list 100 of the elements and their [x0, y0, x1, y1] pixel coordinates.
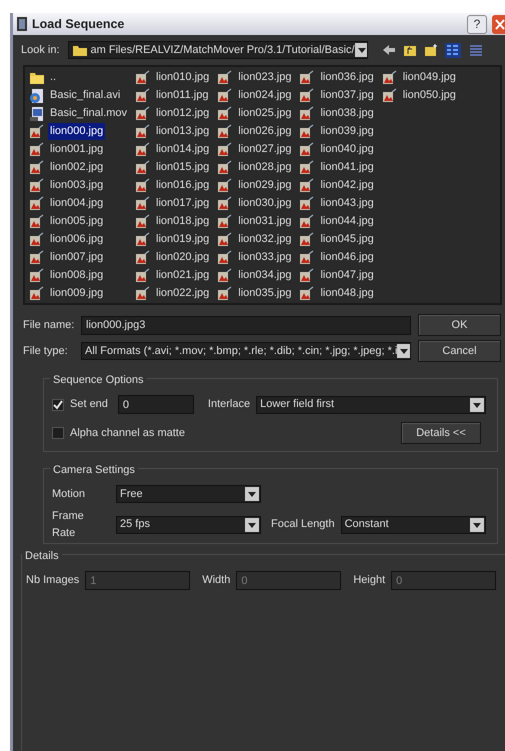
- image-file-icon: [29, 286, 45, 302]
- image-file-icon: [217, 214, 234, 230]
- list-view-icon[interactable]: [446, 44, 460, 56]
- file-item[interactable]: lion035.jpg: [217, 285, 294, 302]
- file-item[interactable]: lion043.jpg: [299, 195, 376, 212]
- file-item[interactable]: lion007.jpg: [29, 249, 130, 266]
- group-title: Sequence Options: [50, 372, 147, 388]
- ok-button[interactable]: OK: [418, 314, 501, 336]
- file-item[interactable]: lion048.jpg: [299, 285, 376, 302]
- image-file-icon: [382, 70, 398, 86]
- file-item[interactable]: lion046.jpg: [299, 249, 376, 266]
- file-item[interactable]: lion003.jpg: [29, 177, 130, 194]
- image-file-icon: [217, 178, 234, 194]
- file-item[interactable]: lion028.jpg: [217, 159, 294, 176]
- file-item[interactable]: lion005.jpg: [29, 213, 130, 230]
- file-item[interactable]: lion034.jpg: [217, 267, 294, 284]
- image-file-icon: [29, 178, 45, 194]
- file-item[interactable]: lion011.jpg: [135, 87, 212, 104]
- look-in-label: Look in:: [21, 42, 60, 58]
- file-item[interactable]: lion001.jpg: [29, 141, 130, 158]
- file-item[interactable]: lion027.jpg: [217, 141, 294, 158]
- file-item[interactable]: lion039.jpg: [299, 123, 376, 140]
- image-file-icon: [135, 178, 152, 194]
- file-item[interactable]: lion041.jpg: [299, 159, 376, 176]
- file-item[interactable]: lion029.jpg: [217, 177, 294, 194]
- file-item[interactable]: lion045.jpg: [299, 231, 376, 248]
- image-file-icon: [217, 124, 234, 140]
- details-button[interactable]: Details <<: [401, 422, 481, 444]
- file-item[interactable]: lion038.jpg: [299, 105, 376, 122]
- file-item[interactable]: lion015.jpg: [135, 159, 212, 176]
- focal-length-combo[interactable]: Constant: [340, 516, 486, 534]
- field-label: Width: [202, 573, 230, 588]
- file-item[interactable]: lion024.jpg: [217, 87, 294, 104]
- image-file-icon: [217, 268, 234, 284]
- file-item[interactable]: lion002.jpg: [29, 159, 130, 176]
- image-file-icon: [135, 70, 152, 86]
- file-item[interactable]: Basic_final.avi: [29, 87, 130, 104]
- look-in-combo[interactable]: am Files/REALVIZ/MatchMover Pro/3.1/Tutorial/Basic/: [68, 41, 368, 59]
- image-file-icon: [217, 196, 234, 212]
- file-item[interactable]: ..: [29, 69, 130, 86]
- set-end-field[interactable]: 0: [118, 395, 194, 414]
- image-file-icon: [135, 268, 152, 284]
- file-item[interactable]: lion025.jpg: [217, 105, 294, 122]
- image-file-icon: [217, 250, 234, 266]
- file-item[interactable]: lion044.jpg: [299, 213, 376, 230]
- details-view-icon[interactable]: [468, 44, 483, 56]
- file-item[interactable]: lion036.jpg: [299, 69, 376, 86]
- file-item[interactable]: lion008.jpg: [29, 267, 130, 284]
- motion-combo[interactable]: Free: [116, 485, 261, 503]
- image-file-icon: [135, 250, 152, 266]
- file-item[interactable]: lion022.jpg: [135, 285, 212, 302]
- image-file-icon: [29, 268, 45, 284]
- file-item[interactable]: lion012.jpg: [135, 105, 212, 122]
- file-item[interactable]: lion033.jpg: [217, 249, 294, 266]
- close-button[interactable]: [492, 14, 505, 34]
- image-file-icon: [217, 286, 234, 302]
- help-button[interactable]: ?: [467, 14, 487, 34]
- file-item[interactable]: lion047.jpg: [299, 267, 376, 284]
- file-item[interactable]: lion006.jpg: [29, 231, 130, 248]
- image-file-icon: [299, 196, 316, 212]
- file-item[interactable]: lion023.jpg: [217, 69, 294, 86]
- cancel-button[interactable]: Cancel: [418, 340, 501, 362]
- file-item[interactable]: lion013.jpg: [135, 123, 212, 140]
- file-item[interactable]: lion010.jpg: [135, 69, 212, 86]
- image-file-icon: [299, 160, 316, 176]
- app-icon: [17, 17, 27, 31]
- file-item[interactable]: lion026.jpg: [217, 123, 294, 140]
- file-item[interactable]: lion050.jpg: [382, 87, 458, 104]
- file-item[interactable]: lion019.jpg: [135, 231, 212, 248]
- new-folder-icon: [424, 44, 438, 56]
- file-item[interactable]: lion030.jpg: [217, 195, 294, 212]
- file-name-field[interactable]: lion000.jpg3: [81, 316, 411, 334]
- file-type-combo[interactable]: All Formats (*.avi; *.mov; *.bmp; *.rle; *.dib; *.cin; *.jpg; *.jpeg; *.i: [81, 342, 411, 360]
- checkbox[interactable]: [52, 398, 64, 410]
- file-item[interactable]: lion004.jpg: [29, 195, 130, 212]
- file-item[interactable]: lion018.jpg: [135, 213, 212, 230]
- file-item[interactable]: lion021.jpg: [135, 267, 212, 284]
- frame-rate-combo[interactable]: 25 fps: [116, 516, 261, 534]
- file-item[interactable]: lion020.jpg: [135, 249, 212, 266]
- image-file-icon: [217, 142, 234, 158]
- file-item[interactable]: lion031.jpg: [217, 213, 294, 230]
- file-item[interactable]: lion017.jpg: [135, 195, 212, 212]
- file-item[interactable]: lion016.jpg: [135, 177, 212, 194]
- file-item[interactable]: Basic_final.mov: [29, 105, 130, 122]
- image-file-icon: [29, 232, 45, 248]
- file-item[interactable]: lion040.jpg: [299, 141, 376, 158]
- interlace-combo[interactable]: Lower field first: [256, 396, 486, 414]
- image-file-icon: [299, 214, 316, 230]
- file-item[interactable]: lion032.jpg: [217, 231, 294, 248]
- file-name-label: File name:: [23, 318, 75, 333]
- group-title: Camera Settings: [50, 462, 138, 478]
- checkbox[interactable]: [52, 427, 64, 439]
- file-item[interactable]: lion049.jpg: [382, 69, 458, 86]
- image-file-icon: [29, 142, 45, 158]
- file-item[interactable]: lion014.jpg: [135, 141, 212, 158]
- file-item[interactable]: lion042.jpg: [299, 177, 376, 194]
- file-item[interactable]: lion009.jpg: [29, 285, 130, 302]
- image-file-icon: [29, 124, 45, 140]
- image-file-icon: [217, 160, 234, 176]
- file-item[interactable]: lion037.jpg: [299, 87, 376, 104]
